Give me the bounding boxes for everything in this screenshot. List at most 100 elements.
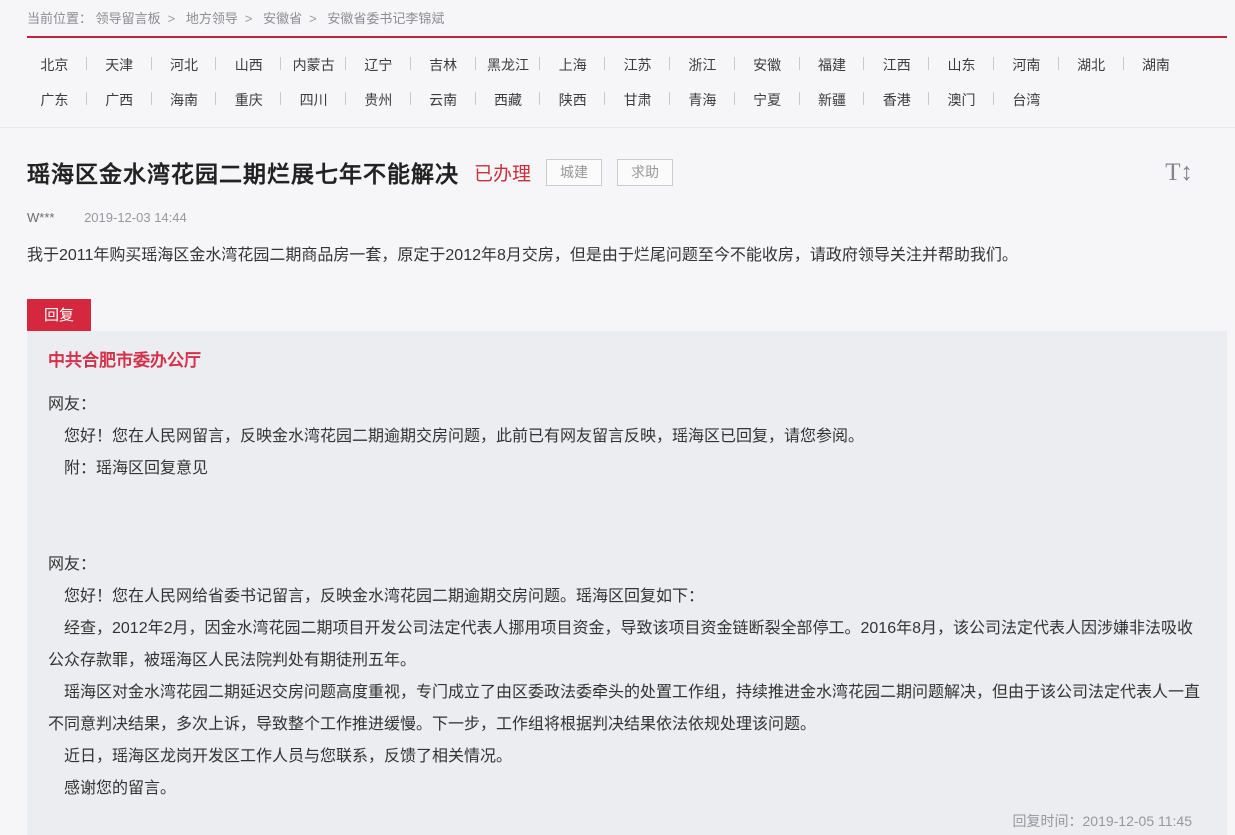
province-link[interactable]: 山西 [235, 57, 263, 73]
reply-tag: 回复 [27, 299, 91, 331]
province-nav-row-1: 北京 天津 河北 山西 内蒙古 辽宁 吉林 黑龙江 上海 江苏 浙江 安徽 福建… [22, 55, 1235, 75]
province-link[interactable]: 香港 [883, 92, 911, 108]
province-item: 山西 [216, 55, 281, 75]
province-link[interactable]: 宁夏 [753, 92, 781, 108]
category-tag[interactable]: 城建 [546, 159, 602, 186]
province-link[interactable]: 北京 [40, 57, 68, 73]
province-link[interactable]: 甘肃 [624, 92, 652, 108]
province-link[interactable]: 上海 [559, 57, 587, 73]
breadcrumb-separator-icon: > [168, 11, 176, 26]
breadcrumb-items: 领导留言板 > 地方领导> 安徽省> 安徽省委书记李锦斌> [92, 11, 444, 26]
province-item: 四川 [281, 90, 346, 110]
reply-box: 中共合肥市委办公厅 网友： 您好！您在人民网留言，反映金水湾花园二期逾期交房问题… [27, 331, 1227, 835]
post-content: 我于2011年购买瑶海区金水湾花园二期商品房一套，原定于2012年8月交房，但是… [27, 244, 1227, 268]
province-link[interactable]: 安徽 [753, 57, 781, 73]
province-item: 澳门 [929, 90, 994, 110]
font-size-icon[interactable]: T↕ [1165, 160, 1193, 185]
post-title: 瑶海区金水湾花园二期烂展七年不能解决 [27, 155, 459, 189]
breadcrumb-item: 安徽省委书记李锦斌> [327, 11, 444, 26]
province-item: 河北 [152, 55, 217, 75]
province-item: 江西 [864, 55, 929, 75]
province-link[interactable]: 吉林 [429, 57, 457, 73]
province-nav: 北京 天津 河北 山西 内蒙古 辽宁 吉林 黑龙江 上海 江苏 浙江 安徽 福建… [0, 38, 1235, 128]
province-link[interactable]: 台湾 [1012, 92, 1040, 108]
province-item: 重庆 [216, 90, 281, 110]
province-item: 江苏 [605, 55, 670, 75]
province-item: 宁夏 [735, 90, 800, 110]
province-link[interactable]: 河北 [170, 57, 198, 73]
province-item: 云南 [411, 90, 476, 110]
reply-time-label: 回复时间： [1013, 813, 1083, 829]
breadcrumb-link[interactable]: 地方领导 [186, 11, 238, 26]
breadcrumb-item: 地方领导> [186, 11, 260, 26]
province-link[interactable]: 陕西 [559, 92, 587, 108]
province-item: 湖北 [1059, 55, 1124, 75]
breadcrumb-item: 安徽省> [263, 11, 324, 26]
province-item: 湖南 [1124, 55, 1189, 75]
post-header: 瑶海区金水湾花园二期烂展七年不能解决 已办理 城建 求助 T↕ [27, 155, 1227, 189]
province-nav-row-2: 广东 广西 海南 重庆 四川 贵州 云南 西藏 陕西 甘肃 青海 宁夏 新疆 香… [22, 90, 1235, 110]
province-item: 黑龙江 [476, 55, 541, 75]
province-item: 新疆 [800, 90, 865, 110]
reply-paragraph: 经查，2012年2月，因金水湾花园二期项目开发公司法定代表人挪用项目资金，导致该… [48, 613, 1206, 677]
province-link[interactable]: 澳门 [948, 92, 976, 108]
province-link[interactable]: 四川 [300, 92, 328, 108]
province-link[interactable]: 湖南 [1142, 57, 1170, 73]
province-link[interactable]: 河南 [1012, 57, 1040, 73]
province-item: 浙江 [670, 55, 735, 75]
breadcrumb: 当前位置： 领导留言板 > 地方领导> 安徽省> 安徽省委书记李锦斌> [0, 0, 1235, 36]
province-item: 北京 [22, 55, 87, 75]
province-link[interactable]: 广东 [40, 92, 68, 108]
category-tag[interactable]: 求助 [617, 159, 673, 186]
status-badge: 已办理 [474, 159, 531, 186]
breadcrumb-label: 当前位置： [27, 11, 92, 26]
province-item: 山东 [929, 55, 994, 75]
province-item: 陕西 [540, 90, 605, 110]
province-link[interactable]: 辽宁 [364, 57, 392, 73]
reply-time-row: 回复时间：2019-12-05 11:45 [48, 811, 1206, 831]
reply-paragraph [48, 485, 1206, 517]
province-link[interactable]: 青海 [688, 92, 716, 108]
province-link[interactable]: 海南 [170, 92, 198, 108]
reply-paragraph: 网友： [48, 549, 1206, 581]
province-item: 青海 [670, 90, 735, 110]
province-link[interactable]: 江西 [883, 57, 911, 73]
province-item: 吉林 [411, 55, 476, 75]
province-link[interactable]: 新疆 [818, 92, 846, 108]
reply-paragraph: 网友： [48, 389, 1206, 421]
province-link[interactable]: 西藏 [494, 92, 522, 108]
province-link[interactable]: 贵州 [364, 92, 392, 108]
reply-paragraph [48, 517, 1206, 549]
province-link[interactable]: 江苏 [624, 57, 652, 73]
province-item: 辽宁 [346, 55, 411, 75]
author-name: W*** [27, 210, 54, 225]
province-link[interactable]: 山东 [948, 57, 976, 73]
post-time: 2019-12-03 14:44 [84, 210, 187, 225]
province-link[interactable]: 黑龙江 [487, 57, 529, 73]
reply-paragraph: 感谢您的留言。 [48, 773, 1206, 805]
breadcrumb-link[interactable]: 安徽省委书记李锦斌 [327, 11, 444, 26]
reply-paragraph: 您好！您在人民网留言，反映金水湾花园二期逾期交房问题，此前已有网友留言反映，瑶海… [48, 421, 1206, 453]
breadcrumb-link[interactable]: 领导留言板 [96, 11, 161, 26]
reply-paragraph: 近日，瑶海区龙岗开发区工作人员与您联系，反馈了相关情况。 [48, 741, 1206, 773]
province-link[interactable]: 内蒙古 [293, 57, 335, 73]
province-link[interactable]: 天津 [105, 57, 133, 73]
reply-paragraph: 附：瑶海区回复意见 [48, 453, 1206, 485]
province-link[interactable]: 广西 [105, 92, 133, 108]
province-item: 安徽 [735, 55, 800, 75]
province-link[interactable]: 福建 [818, 57, 846, 73]
province-link[interactable]: 重庆 [235, 92, 263, 108]
province-item: 香港 [864, 90, 929, 110]
reply-time: 2019-12-05 11:45 [1083, 813, 1193, 829]
province-link[interactable]: 云南 [429, 92, 457, 108]
province-link[interactable]: 湖北 [1077, 57, 1105, 73]
province-item: 天津 [87, 55, 152, 75]
breadcrumb-link[interactable]: 安徽省 [263, 11, 302, 26]
reply-paragraph: 瑶海区对金水湾花园二期延迟交房问题高度重视，专门成立了由区委政法委牵头的处置工作… [48, 677, 1206, 741]
province-item: 广东 [22, 90, 87, 110]
province-item: 上海 [540, 55, 605, 75]
post-meta: W*** 2019-12-03 14:44 [27, 210, 1227, 225]
province-link[interactable]: 浙江 [688, 57, 716, 73]
reply-department: 中共合肥市委办公厅 [48, 351, 1206, 371]
province-item: 西藏 [476, 90, 541, 110]
